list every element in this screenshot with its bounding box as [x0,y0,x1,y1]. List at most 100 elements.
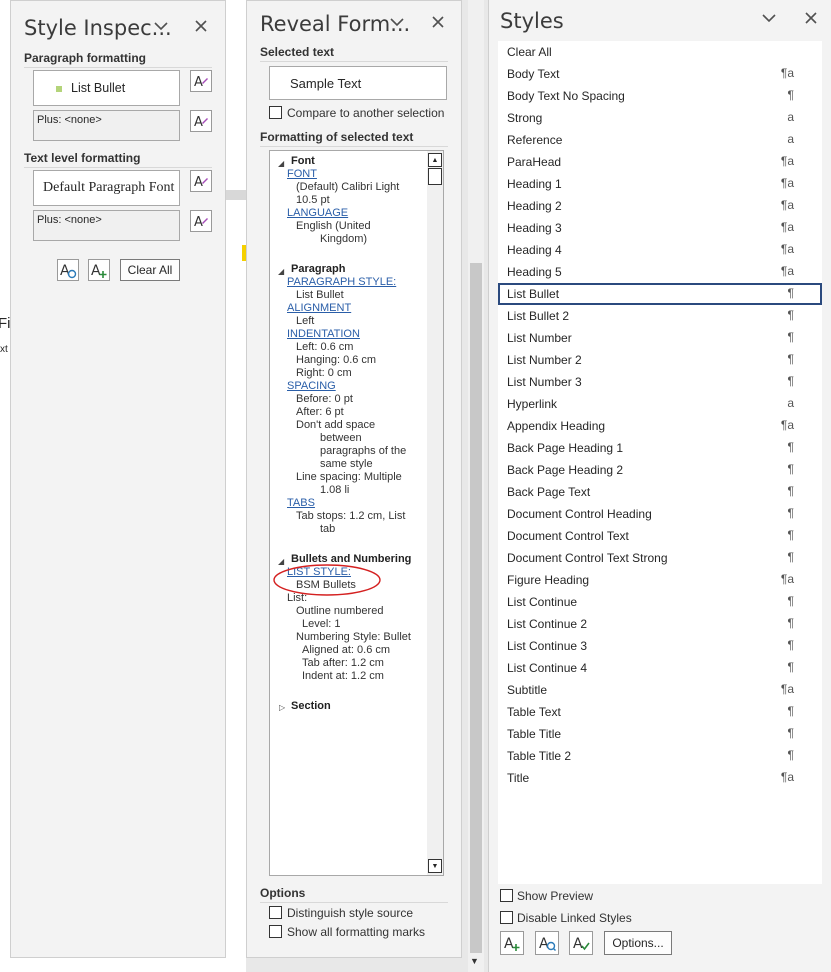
style-item[interactable]: Clear All [498,41,822,63]
clear-text-format-icon[interactable]: A [190,210,212,232]
style-item[interactable]: List Continue ¶ [498,591,822,613]
reveal-formatting-title: Reveal Form... [260,12,411,36]
style-item[interactable]: Figure Heading ¶a [498,569,822,591]
collapsed-triangle-icon[interactable]: ▷ [279,701,285,714]
tree-spacing-link[interactable]: SPACING [287,380,336,393]
expanded-triangle-icon[interactable]: ◢ [278,265,284,278]
tree-paragraph-style-link[interactable]: PARAGRAPH STYLE: [287,276,396,289]
svg-text:A: A [91,263,101,279]
tree-alignment-link[interactable]: ALIGNMENT [287,302,351,315]
style-item[interactable]: Back Page Heading 1 ¶ [498,437,822,459]
formatting-of-selected-heading: Formatting of selected text [260,130,448,147]
options-button[interactable]: Options... [604,931,672,955]
style-item[interactable]: ParaHead ¶a [498,151,822,173]
style-item[interactable]: Body Text ¶a [498,63,822,85]
new-text-style-icon[interactable]: A [190,170,212,192]
new-style-icon[interactable]: A [500,931,524,955]
svg-text:A: A [194,75,203,89]
scroll-up-icon[interactable]: ▲ [428,153,442,167]
tree-text: paragraphs of the [320,445,407,457]
show-preview-checkbox[interactable] [500,889,513,902]
style-item[interactable]: Reference a [498,129,822,151]
scroll-down-icon[interactable]: ▼ [428,859,442,873]
tree-text: List Bullet [296,289,344,301]
close-icon[interactable] [195,19,207,37]
annotation-circle [273,564,381,596]
document-scrollbar[interactable]: ▼ [468,0,484,972]
style-item[interactable]: Heading 5 ¶a [498,261,822,283]
style-item[interactable]: List Number 2 ¶ [498,349,822,371]
style-item[interactable]: List Continue 4 ¶ [498,657,822,679]
style-item[interactable]: Heading 2 ¶a [498,195,822,217]
chevron-down-icon[interactable] [154,18,168,36]
new-style-plus-icon[interactable]: A [88,259,110,281]
style-item[interactable]: List Continue 3 ¶ [498,635,822,657]
style-item[interactable]: Appendix Heading ¶a [498,415,822,437]
clear-all-button[interactable]: Clear All [120,259,180,281]
document-scroll-down-icon[interactable]: ▼ [470,956,479,966]
style-item[interactable]: Table Text ¶ [498,701,822,723]
style-item[interactable]: Back Page Text ¶ [498,481,822,503]
manage-styles-icon[interactable]: A [569,931,593,955]
style-item[interactable]: List Bullet 2 ¶ [498,305,822,327]
style-inspector-icon[interactable]: A [535,931,559,955]
tree-scrollbar[interactable] [427,151,443,875]
style-item[interactable]: List Number ¶ [498,327,822,349]
style-item[interactable]: List Continue 2 ¶ [498,613,822,635]
style-item[interactable]: Subtitle ¶a [498,679,822,701]
tree-section-header[interactable]: Section [291,700,331,713]
style-item[interactable]: List Number 3 ¶ [498,371,822,393]
text-style-name: Default Paragraph Font [43,180,175,195]
reveal-formatting-icon[interactable]: A [57,259,79,281]
style-item[interactable]: Document Control Heading ¶ [498,503,822,525]
clear-paragraph-icon[interactable]: A [190,110,212,132]
chevron-down-icon[interactable] [390,14,404,32]
tree-language-link[interactable]: LANGUAGE [287,207,348,220]
compare-checkbox[interactable] [269,106,282,119]
close-icon[interactable] [805,11,817,29]
paragraph-formatting-heading: Paragraph formatting [24,51,212,68]
tree-font-header[interactable]: Font [291,155,315,168]
style-item[interactable]: Back Page Heading 2 ¶ [498,459,822,481]
tree-text: English (United [296,220,371,232]
paragraph-style-box[interactable]: List Bullet [33,70,180,106]
tree-text: Before: 0 pt [296,393,353,405]
style-item[interactable]: Table Title 2 ¶ [498,745,822,767]
style-item[interactable]: Document Control Text Strong ¶ [498,547,822,569]
style-item[interactable]: Table Title ¶ [498,723,822,745]
expanded-triangle-icon[interactable]: ◢ [278,157,284,170]
style-item[interactable]: Heading 3 ¶a [498,217,822,239]
tree-indentation-link[interactable]: INDENTATION [287,328,360,341]
sample-text-box[interactable]: Sample Text [269,66,447,100]
style-item[interactable]: Title ¶a [498,767,822,789]
tree-text: Outline numbered [296,605,384,617]
tree-paragraph-header[interactable]: Paragraph [291,263,345,276]
tree-font-link[interactable]: FONT [287,168,317,181]
distinguish-checkbox[interactable] [269,906,282,919]
svg-text:A: A [504,936,514,952]
disable-linked-checkbox[interactable] [500,911,513,924]
document-scroll-thumb[interactable] [470,263,482,953]
style-item-selected[interactable]: List Bullet ¶ [498,283,822,305]
distinguish-label: Distinguish style source [287,906,414,920]
style-item[interactable]: Body Text No Spacing ¶ [498,85,822,107]
style-item[interactable]: Strong a [498,107,822,129]
style-item[interactable]: Hyperlink a [498,393,822,415]
show-marks-checkbox[interactable] [269,925,282,938]
style-item[interactable]: Heading 4 ¶a [498,239,822,261]
chevron-down-icon[interactable] [762,10,776,28]
document-ruler-strip [226,190,246,200]
style-item[interactable]: Heading 1 ¶a [498,173,822,195]
style-inspector-title: Style Inspec... [24,16,172,40]
tree-text: Right: 0 cm [296,367,352,379]
scroll-thumb[interactable] [428,168,442,185]
style-item[interactable]: Document Control Text ¶ [498,525,822,547]
new-style-icon[interactable]: A [190,70,212,92]
tree-tabs-link[interactable]: TABS [287,497,315,510]
styles-list: Clear All Body Text ¶a Body Text No Spaci… [498,41,822,884]
close-icon[interactable] [432,15,444,33]
tree-text: Hanging: 0.6 cm [296,354,377,366]
svg-text:A: A [194,215,203,229]
text-style-box[interactable]: Default Paragraph Font [33,170,180,206]
svg-text:A: A [60,263,70,279]
